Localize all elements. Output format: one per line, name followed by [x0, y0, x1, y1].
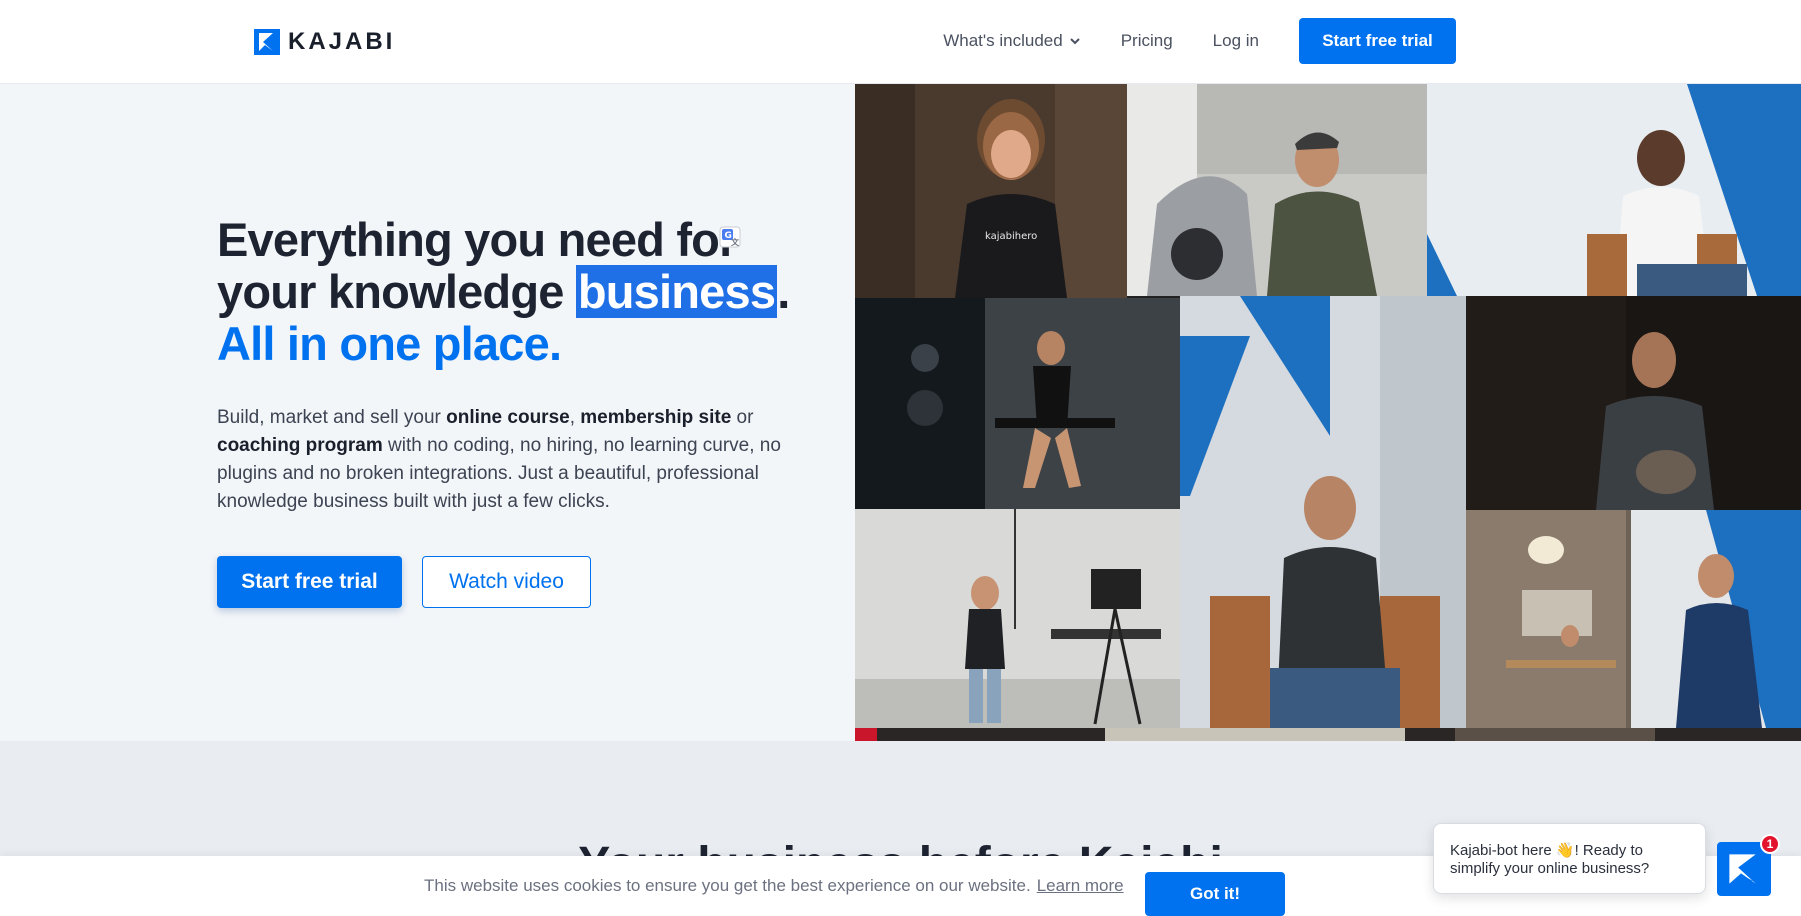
headline-selected-word: business — [575, 265, 778, 318]
cookie-text: This website uses cookies to ensure you … — [424, 876, 1031, 895]
photo-man-chair-blue-wall — [1427, 84, 1801, 296]
desc-coaching-program: coaching program — [217, 435, 383, 456]
hero-buttons: Start free trial Watch video — [217, 556, 807, 608]
photo-man-motorcycle — [1127, 84, 1427, 296]
chat-greeting-bubble[interactable]: Kajabi-bot here 👋! Ready to simplify you… — [1433, 823, 1706, 894]
kajabi-chat-icon — [1729, 854, 1756, 884]
translate-icon[interactable]: G文 — [719, 226, 741, 248]
desc-online-course: online course — [446, 407, 570, 428]
cookie-message: This website uses cookies to ensure you … — [424, 876, 1124, 896]
photo-woman-kajabihero: kajabihero — [855, 84, 1127, 298]
photo-man-glasses-chair — [1180, 296, 1466, 728]
chevron-down-icon — [1069, 38, 1080, 45]
watch-video-button[interactable]: Watch video — [422, 556, 591, 608]
photo-man-dark-portrait — [1466, 296, 1801, 510]
desc-text: , — [569, 407, 581, 428]
desc-text: or — [731, 407, 754, 428]
learn-more-link[interactable]: Learn more — [1037, 876, 1124, 895]
site-header: KAJABI What's included Pricing Log in St… — [0, 0, 1801, 84]
hero-description: Build, market and sell your online cours… — [217, 404, 797, 516]
desc-text: Build, market and sell your — [217, 407, 447, 428]
kajabi-logo-icon — [254, 29, 280, 55]
photo-woman-gym — [855, 298, 1180, 509]
headline-line2-post: . — [777, 265, 790, 318]
photo-man-office — [1466, 510, 1801, 728]
cookie-accept-button[interactable]: Got it! — [1145, 872, 1285, 916]
hero-start-trial-button[interactable]: Start free trial — [217, 556, 402, 608]
nav-whats-included-label: What's included — [943, 31, 1063, 50]
headline-line2-pre: your knowledge — [217, 265, 576, 318]
logo-wordmark: KAJABI — [288, 28, 396, 55]
photo-woman-studio — [855, 509, 1180, 728]
headline-line1: Everything you need for — [217, 213, 737, 266]
nav-whats-included[interactable]: What's included — [943, 31, 1080, 51]
hero-content: Everything you need for G 文 your knowledge… — [217, 214, 807, 608]
nav-pricing[interactable]: Pricing — [1121, 31, 1173, 51]
headline-accent: All in one place. — [217, 317, 562, 370]
nav-login[interactable]: Log in — [1213, 31, 1259, 51]
main-nav: What's included Pricing Log in Start fre… — [943, 18, 1456, 64]
notification-badge: 1 — [1760, 834, 1780, 854]
photo-strip-bottom — [855, 728, 1801, 741]
kajabi-logo[interactable]: KAJABI — [254, 28, 395, 56]
hero-headline: Everything you need for G 文 your knowledge… — [217, 214, 807, 370]
desc-membership-site: membership site — [580, 407, 732, 428]
creator-photo-collage: kajabihero — [855, 84, 1801, 741]
shirt-text: kajabihero — [985, 231, 1037, 242]
header-start-trial-button[interactable]: Start free trial — [1299, 18, 1456, 64]
